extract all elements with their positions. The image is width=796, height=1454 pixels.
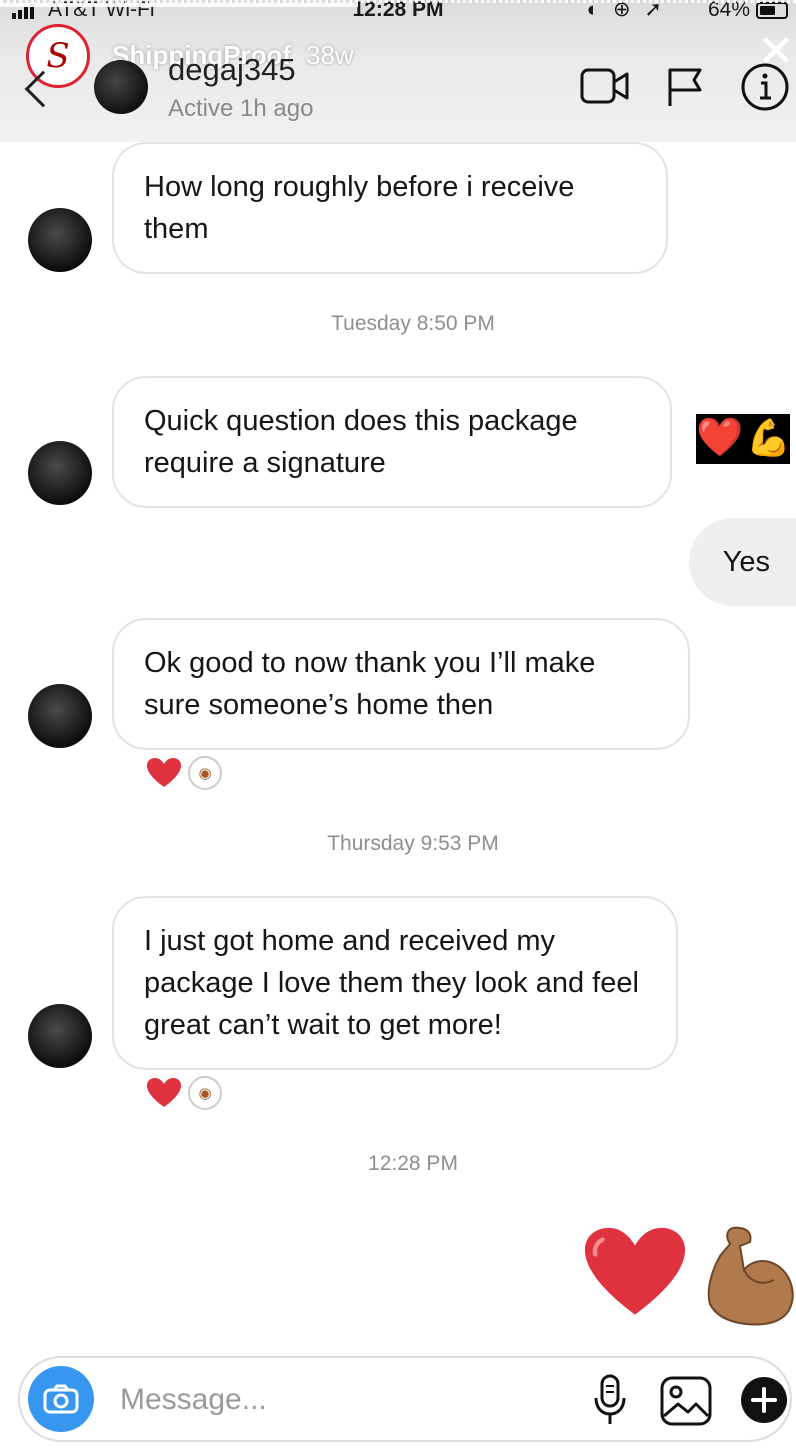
avatar xyxy=(28,684,92,748)
outgoing-message[interactable]: Yes xyxy=(688,518,796,606)
incoming-message[interactable]: Quick question does this package require… xyxy=(112,376,672,508)
thread-header: AT&T Wi-Fi 12:28 PM ◐ ⊕ ➚ 64% S Shipping… xyxy=(0,0,796,142)
message-composer xyxy=(18,1356,792,1442)
message-input[interactable] xyxy=(120,1378,540,1422)
flag-icon[interactable] xyxy=(666,66,706,108)
timestamp: Tuesday 8:50 PM xyxy=(331,312,495,335)
gallery-icon[interactable] xyxy=(660,1376,712,1426)
battery-icon xyxy=(756,2,788,19)
plus-icon[interactable] xyxy=(740,1376,788,1424)
story-age: 38w xyxy=(306,40,354,70)
timestamp: 12:28 PM xyxy=(368,1152,458,1175)
big-heart-reaction[interactable] xyxy=(582,1222,688,1322)
message-reactions[interactable]: ◉ xyxy=(146,1076,222,1110)
active-status: Active 1h ago xyxy=(168,95,314,122)
reactor-avatar: ◉ xyxy=(188,756,222,790)
avatar[interactable] xyxy=(94,60,148,114)
avatar xyxy=(28,1004,92,1068)
heart-emoji: ❤️ xyxy=(696,417,744,459)
video-call-icon[interactable] xyxy=(580,66,630,106)
microphone-icon[interactable] xyxy=(592,1374,628,1426)
heart-icon xyxy=(147,1078,181,1107)
flexed-biceps-emoji: 💪 xyxy=(746,417,791,458)
thread-username[interactable]: degaj345 xyxy=(168,52,296,88)
incoming-message[interactable]: How long roughly before i receive them xyxy=(112,142,668,274)
story-progress-bar xyxy=(0,0,796,7)
incoming-message[interactable]: Ok good to now thank you I’ll make sure … xyxy=(112,618,690,750)
avatar xyxy=(28,441,92,505)
incoming-message[interactable]: I just got home and received my package … xyxy=(112,896,678,1070)
timestamp: Thursday 9:53 PM xyxy=(327,832,499,855)
info-icon[interactable] xyxy=(740,62,790,112)
reactor-avatar: ◉ xyxy=(188,1076,222,1110)
story-reaction-thumbnail[interactable]: ❤️ 💪 xyxy=(696,414,791,464)
heart-icon xyxy=(147,758,181,787)
flexed-biceps-emoji[interactable] xyxy=(700,1224,796,1328)
avatar xyxy=(28,208,92,272)
message-reactions[interactable]: ◉ xyxy=(146,756,222,790)
camera-icon[interactable] xyxy=(28,1366,94,1432)
